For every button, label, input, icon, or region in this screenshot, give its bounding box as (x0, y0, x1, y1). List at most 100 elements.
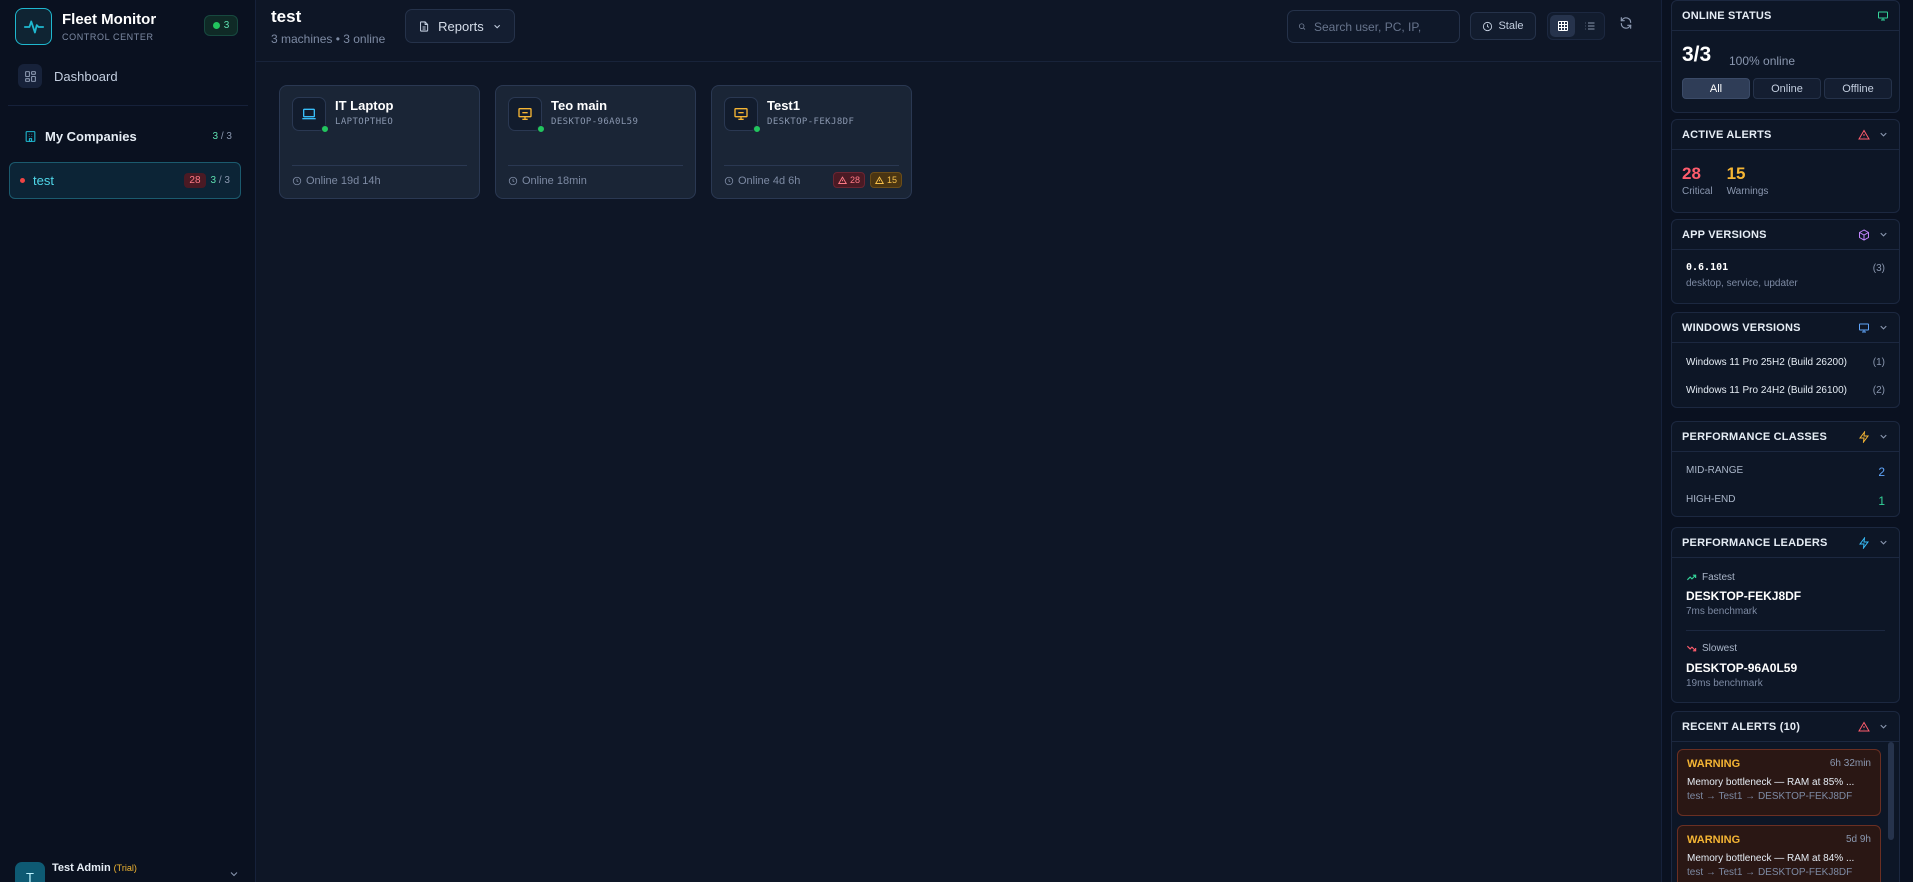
fastest-label-row: Fastest (1686, 572, 1735, 583)
user-menu[interactable]: T Test Admin (Trial) (15, 862, 240, 882)
my-companies-header[interactable]: My Companies 3 / 3 (24, 129, 232, 144)
trending-down-icon (1686, 645, 1697, 652)
machine-status: Online 4d 6h (724, 175, 800, 187)
alert-path: test → Test1 → DESKTOP-FEKJ8DF (1687, 791, 1853, 802)
brand-title: Fleet Monitor (62, 10, 157, 28)
desktop-icon (508, 97, 545, 133)
sidebar: Fleet Monitor CONTROL CENTER 3 Dashboard… (0, 0, 256, 882)
warning-badge[interactable]: 15 (869, 172, 902, 188)
performance-classes-header[interactable]: PERFORMANCE CLASSES (1672, 422, 1899, 452)
alert-path: test → Test1 → DESKTOP-FEKJ8DF (1687, 867, 1853, 878)
machine-name: Test1 (767, 98, 800, 113)
windows-version-item[interactable]: Windows 11 Pro 25H2 (Build 26200) (1) (1686, 357, 1885, 368)
reports-label: Reports (438, 18, 484, 34)
top-header: test 3 machines • 3 online Reports Stale (256, 0, 1661, 62)
slowest-host[interactable]: DESKTOP-96A0L59 (1686, 661, 1797, 675)
performance-leaders-title: PERFORMANCE LEADERS (1682, 536, 1828, 549)
performance-class-count: 2 (1878, 465, 1885, 479)
recent-alert-item[interactable]: WARNING 6h 32min Memory bottleneck — RAM… (1677, 749, 1881, 816)
alert-triangle-icon (837, 175, 847, 184)
windows-version-count: (1) (1872, 357, 1885, 368)
chevron-down-icon (1880, 232, 1887, 237)
monitor-icon (1859, 323, 1869, 332)
windows-version-item[interactable]: Windows 11 Pro 24H2 (Build 26100) (2) (1686, 385, 1885, 396)
machine-alert-badges: 28 15 (832, 172, 902, 188)
performance-classes-title: PERFORMANCE CLASSES (1682, 430, 1827, 443)
company-name: test (33, 173, 54, 188)
active-alerts-header[interactable]: ACTIVE ALERTS (1672, 120, 1899, 150)
companies-count: 3 / 3 (213, 131, 232, 142)
alert-type: WARNING (1687, 758, 1741, 770)
filter-all[interactable]: All (1682, 78, 1750, 99)
building-icon (25, 131, 36, 142)
alert-triangle-icon (1858, 129, 1870, 139)
app-versions-header[interactable]: APP VERSIONS (1672, 220, 1899, 250)
performance-class-count: 1 (1878, 494, 1885, 508)
machine-status: Online 18min (508, 175, 587, 187)
chevron-down-icon (1880, 132, 1887, 137)
performance-class-item[interactable]: HIGH-END 1 (1686, 494, 1885, 508)
user-name-row: Test Admin (Trial) (52, 862, 137, 874)
critical-badge[interactable]: 28 (832, 172, 865, 188)
refresh-button[interactable] (1619, 16, 1633, 35)
performance-leaders-panel: PERFORMANCE LEADERS Fastest DESKTOP-FEKJ… (1671, 527, 1900, 703)
filter-offline[interactable]: Offline (1824, 78, 1892, 99)
stale-filter-button[interactable]: Stale (1470, 12, 1536, 40)
search-box[interactable] (1287, 10, 1460, 43)
machine-card[interactable]: Test1 DESKTOP-FEKJ8DF Online 4d 6h 28 15 (711, 85, 912, 199)
companies-total: / 3 (220, 131, 232, 142)
grid-icon (1557, 21, 1568, 31)
critical-total: 28 (1682, 164, 1701, 183)
company-count: 3 / 3 (211, 175, 230, 186)
machine-name: Teo main (551, 98, 608, 113)
view-toggle (1547, 12, 1605, 40)
app-version-count: (3) (1872, 263, 1885, 274)
online-count-badge: 3 (204, 15, 238, 36)
companies-online: 3 (212, 131, 219, 142)
recent-alerts-header[interactable]: RECENT ALERTS (10) (1672, 712, 1899, 742)
sidebar-divider (8, 105, 248, 106)
company-total: / 3 (218, 175, 230, 186)
grid-view-button[interactable] (1550, 15, 1575, 37)
performance-class-item[interactable]: MID-RANGE 2 (1686, 465, 1885, 479)
windows-versions-header[interactable]: WINDOWS VERSIONS (1672, 313, 1899, 343)
machine-card[interactable]: Teo main DESKTOP-96A0L59 Online 18min (495, 85, 696, 199)
critical-count: 28 (849, 175, 860, 185)
online-dot-icon (537, 125, 545, 133)
fastest-host[interactable]: DESKTOP-FEKJ8DF (1686, 589, 1801, 603)
performance-leaders-header[interactable]: PERFORMANCE LEADERS (1672, 528, 1899, 558)
performance-classes-panel: PERFORMANCE CLASSES MID-RANGE 2 HIGH-END… (1671, 421, 1900, 517)
reports-button[interactable]: Reports (405, 9, 515, 43)
monitor-icon (1878, 11, 1888, 20)
brand-subtitle: CONTROL CENTER (62, 31, 154, 42)
machine-name: IT Laptop (335, 98, 394, 113)
brand[interactable]: Fleet Monitor CONTROL CENTER (15, 8, 156, 45)
desktop-icon (724, 97, 761, 133)
recent-alert-item[interactable]: WARNING 5d 9h Memory bottleneck — RAM at… (1677, 825, 1881, 882)
list-view-button[interactable] (1577, 15, 1602, 37)
alert-message: Memory bottleneck — RAM at 85% ... (1687, 777, 1855, 788)
nav-dashboard-label: Dashboard (54, 68, 118, 84)
card-divider (292, 165, 467, 166)
page-title: test (271, 7, 302, 26)
nav-dashboard[interactable]: Dashboard (18, 64, 118, 88)
clock-icon (1483, 21, 1493, 31)
pulse-logo-icon (15, 8, 52, 45)
machine-status-text: Online 18min (522, 175, 587, 187)
search-input[interactable] (1314, 19, 1449, 34)
windows-versions-title: WINDOWS VERSIONS (1682, 321, 1801, 334)
search-icon (1299, 23, 1306, 30)
recent-alerts-scrollbar[interactable] (1888, 742, 1894, 840)
filter-online[interactable]: Online (1753, 78, 1821, 99)
machine-status-text: Online 19d 14h (306, 175, 381, 187)
company-item-test[interactable]: test 28 3 / 3 (9, 162, 241, 199)
chevron-down-icon (1880, 325, 1887, 330)
online-status-percent: 100% online (1729, 54, 1796, 68)
alert-triangle-icon (874, 175, 884, 184)
refresh-icon (1620, 17, 1632, 29)
online-status-count: 3/3 (1682, 43, 1712, 66)
machine-card[interactable]: IT Laptop LAPTOPTHEO Online 19d 14h (279, 85, 480, 199)
slowest-label: Slowest (1702, 643, 1738, 654)
slowest-benchmark: 19ms benchmark (1686, 678, 1763, 689)
online-dot-icon (321, 125, 329, 133)
